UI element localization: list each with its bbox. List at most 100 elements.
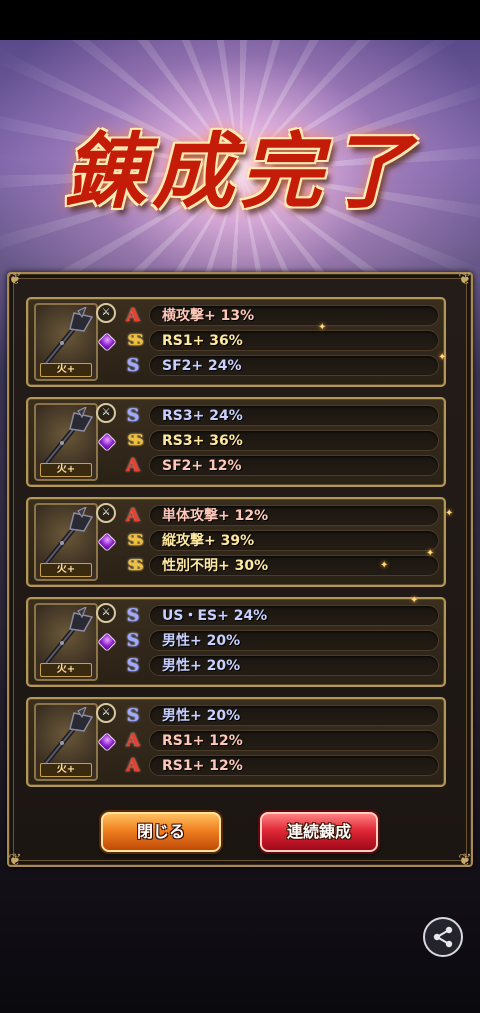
result-text: RS1+ 12% bbox=[162, 758, 243, 774]
refine-result-row: S RS3+ 24% bbox=[122, 404, 442, 427]
result-text: 男性+ 20% bbox=[162, 708, 241, 724]
refine-result-row: SS 縦攻撃+ 39% bbox=[122, 529, 442, 552]
result-card: 火+ ⚔ A 単体攻撃+ 12% SS 縦攻撃+ 39% SS 性別不明+ 30% bbox=[26, 497, 446, 587]
element-badge: 火+ bbox=[40, 663, 92, 677]
rank-s-icon: S bbox=[126, 655, 140, 676]
gem-icon bbox=[97, 332, 117, 352]
gem-icon bbox=[97, 732, 117, 752]
share-button[interactable] bbox=[423, 917, 463, 957]
element-badge: 火+ bbox=[40, 363, 92, 377]
weapon-type-icon: ⚔ bbox=[96, 603, 116, 623]
weapon-thumbnail: 火+ bbox=[34, 503, 98, 581]
result-text: 男性+ 20% bbox=[162, 658, 241, 674]
weapon-thumbnail: 火+ bbox=[34, 303, 98, 381]
sparkle-icon: ✦ bbox=[438, 352, 447, 363]
weapon-thumbnail: 火+ bbox=[34, 703, 98, 781]
refine-result-row: SS RS3+ 36% bbox=[122, 429, 442, 452]
rank-ss-icon: SS bbox=[127, 431, 143, 449]
halberd-icon bbox=[44, 707, 94, 765]
halberd-icon bbox=[44, 307, 94, 365]
sparkle-icon: ✦ bbox=[380, 560, 389, 571]
refine-result-row: A RS1+ 12% bbox=[122, 754, 442, 777]
rank-s-icon: S bbox=[126, 630, 140, 651]
rank-s-icon: S bbox=[126, 355, 140, 376]
gem-icon bbox=[97, 632, 117, 652]
result-bar: RS3+ 36% bbox=[149, 430, 439, 451]
result-bar: 男性+ 20% bbox=[149, 705, 439, 726]
result-text: RS1+ 36% bbox=[162, 333, 243, 349]
refine-result-row: A 横攻撃+ 13% bbox=[122, 304, 442, 327]
weapon-type-icon: ⚔ bbox=[96, 503, 116, 523]
rank-a-icon: A bbox=[126, 730, 140, 751]
result-text: US・ES+ 24% bbox=[162, 608, 268, 624]
close-button[interactable]: 閉じる bbox=[101, 812, 221, 852]
element-badge: 火+ bbox=[40, 463, 92, 477]
ornament-icon: ❦ bbox=[458, 850, 472, 869]
weapon-type-icon: ⚔ bbox=[96, 403, 116, 423]
weapon-thumbnail: 火+ bbox=[34, 603, 98, 681]
result-text: RS1+ 12% bbox=[162, 733, 243, 749]
result-text: 単体攻撃+ 12% bbox=[162, 508, 269, 524]
gem-icon bbox=[97, 532, 117, 552]
halberd-icon bbox=[44, 407, 94, 465]
halberd-icon bbox=[44, 607, 94, 665]
rank-a-icon: A bbox=[126, 305, 140, 326]
result-text: 性別不明+ 30% bbox=[162, 558, 269, 574]
result-card: 火+ ⚔ A 横攻撃+ 13% SS RS1+ 36% S SF2+ 24% bbox=[26, 297, 446, 387]
result-bar: 性別不明+ 30% bbox=[149, 555, 439, 576]
refine-result-row: A 単体攻撃+ 12% bbox=[122, 504, 442, 527]
share-icon bbox=[433, 926, 453, 948]
weapon-type-icon: ⚔ bbox=[96, 703, 116, 723]
result-text: RS3+ 36% bbox=[162, 433, 243, 449]
sparkle-icon: ✦ bbox=[445, 508, 454, 519]
weapon-thumbnail: 火+ bbox=[34, 403, 98, 481]
rank-a-icon: A bbox=[126, 755, 140, 776]
result-card: 火+ ⚔ S 男性+ 20% A RS1+ 12% A RS1+ 12% bbox=[26, 697, 446, 787]
element-badge: 火+ bbox=[40, 763, 92, 777]
refine-result-row: S 男性+ 20% bbox=[122, 654, 442, 677]
weapon-type-icon: ⚔ bbox=[96, 303, 116, 323]
continuous-refine-button[interactable]: 連続錬成 bbox=[260, 812, 378, 852]
result-bar: 横攻撃+ 13% bbox=[149, 305, 439, 326]
result-bar: SF2+ 24% bbox=[149, 355, 439, 376]
result-bar: SF2+ 12% bbox=[149, 455, 439, 476]
result-title: 錬成完了 bbox=[64, 124, 416, 220]
result-bar: RS1+ 12% bbox=[149, 730, 439, 751]
rank-ss-icon: SS bbox=[127, 556, 143, 574]
status-bar bbox=[0, 0, 480, 40]
refine-result-row: SS RS1+ 36% bbox=[122, 329, 442, 352]
result-text: 縦攻撃+ 39% bbox=[162, 533, 255, 549]
rank-s-icon: S bbox=[126, 605, 140, 626]
rank-ss-icon: SS bbox=[127, 531, 143, 549]
rank-a-icon: A bbox=[126, 505, 140, 526]
halberd-icon bbox=[44, 507, 94, 565]
result-bar: 男性+ 20% bbox=[149, 630, 439, 651]
rank-a-icon: A bbox=[126, 455, 140, 476]
refine-result-row: S SF2+ 24% bbox=[122, 354, 442, 377]
result-text: 横攻撃+ 13% bbox=[162, 308, 255, 324]
result-bar: US・ES+ 24% bbox=[149, 605, 439, 626]
gem-icon bbox=[97, 432, 117, 452]
ornament-icon: ❦ bbox=[8, 269, 22, 288]
result-bar: RS1+ 36% bbox=[149, 330, 439, 351]
refine-result-row: S US・ES+ 24% bbox=[122, 604, 442, 627]
result-bar: 単体攻撃+ 12% bbox=[149, 505, 439, 526]
result-text: 男性+ 20% bbox=[162, 633, 241, 649]
result-text: SF2+ 24% bbox=[162, 358, 242, 374]
result-text: RS3+ 24% bbox=[162, 408, 243, 424]
rank-ss-icon: SS bbox=[127, 331, 143, 349]
result-bar: RS3+ 24% bbox=[149, 405, 439, 426]
result-bar: RS1+ 12% bbox=[149, 755, 439, 776]
ornament-icon: ❦ bbox=[458, 269, 472, 288]
ornament-icon: ❦ bbox=[8, 850, 22, 869]
element-badge: 火+ bbox=[40, 563, 92, 577]
refine-result-row: S 男性+ 20% bbox=[122, 704, 442, 727]
rank-s-icon: S bbox=[126, 705, 140, 726]
result-bar: 縦攻撃+ 39% bbox=[149, 530, 439, 551]
refine-result-row: SS 性別不明+ 30% bbox=[122, 554, 442, 577]
refine-result-row: S 男性+ 20% bbox=[122, 629, 442, 652]
refine-result-row: A RS1+ 12% bbox=[122, 729, 442, 752]
refine-result-row: A SF2+ 12% bbox=[122, 454, 442, 477]
result-card: 火+ ⚔ S US・ES+ 24% S 男性+ 20% S 男性+ 20% bbox=[26, 597, 446, 687]
rank-s-icon: S bbox=[126, 405, 140, 426]
